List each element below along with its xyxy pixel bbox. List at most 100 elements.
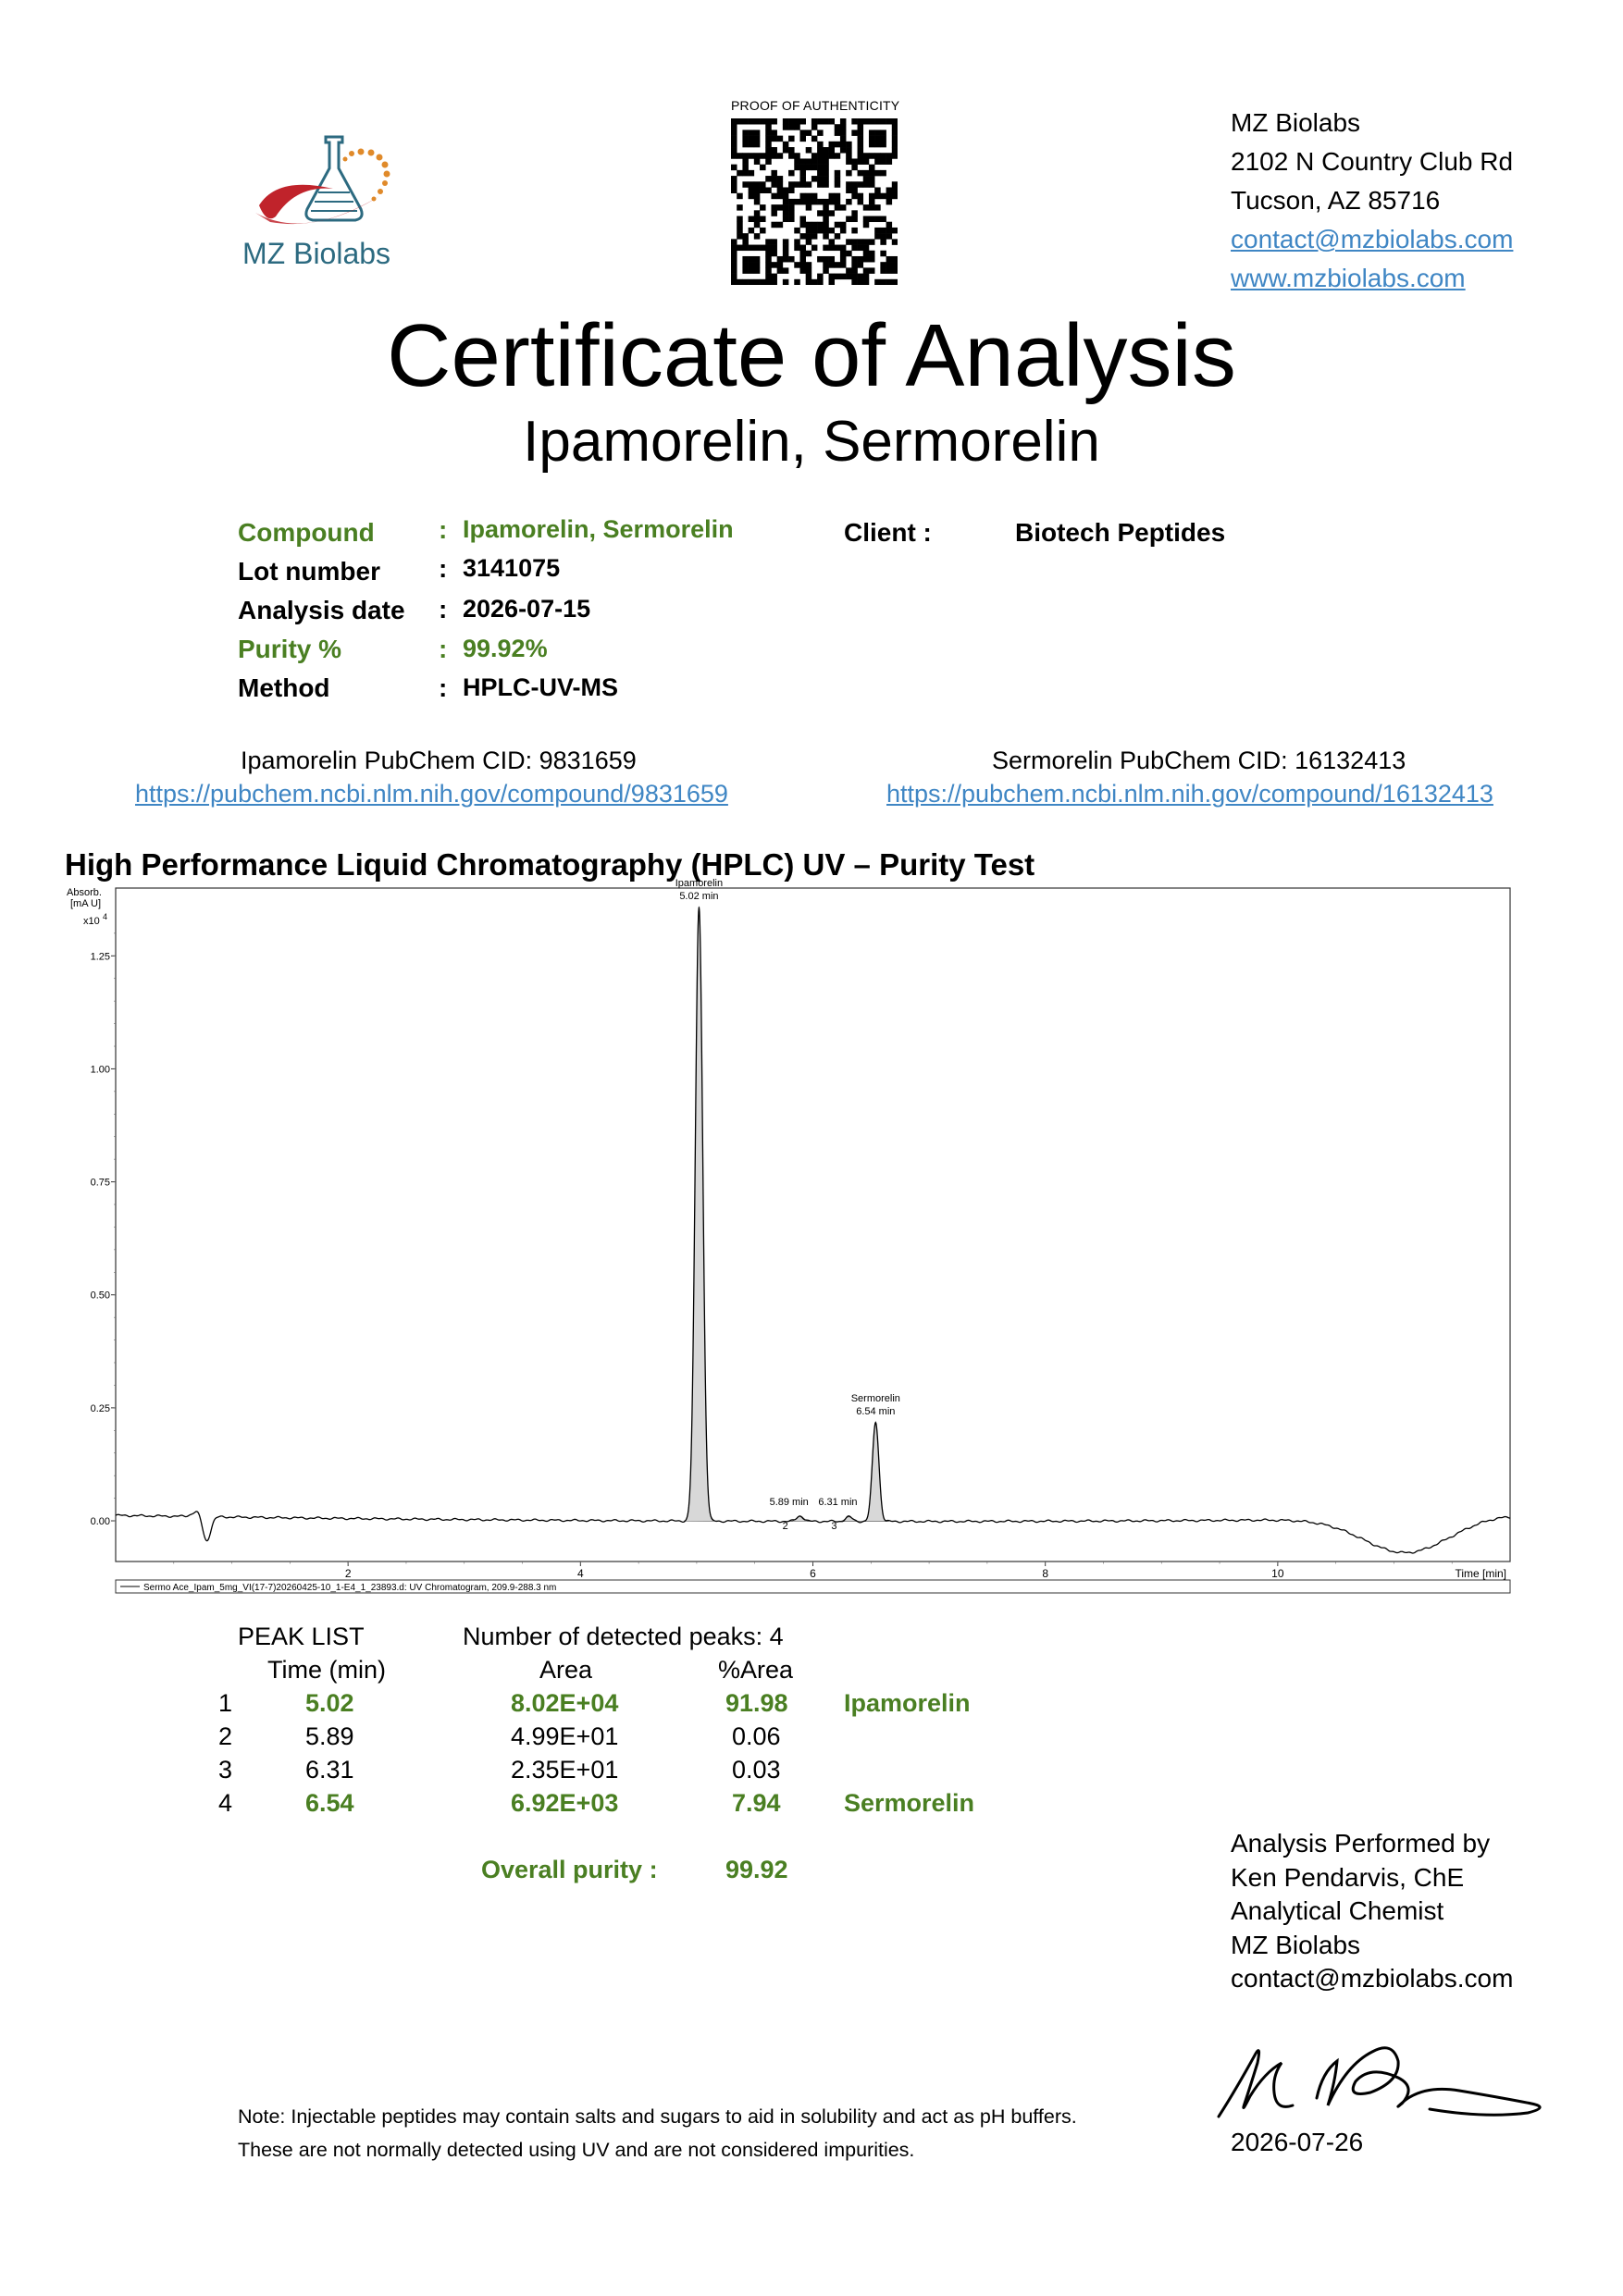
overall-purity-label: Overall purity : — [481, 1856, 658, 1883]
peak-row-4-parea: 7.94 — [732, 1789, 781, 1817]
client-label: Client : — [844, 518, 932, 547]
peak-list-title: PEAK LIST — [238, 1623, 365, 1650]
pubchem-right-link[interactable]: https://pubchem.ncbi.nlm.nih.gov/compoun… — [886, 780, 1493, 809]
peak-area-654 — [861, 1421, 889, 1522]
compound-value: Ipamorelin, Sermorelin — [463, 515, 734, 543]
y-tick-label: 0.00 — [91, 1516, 110, 1527]
peak-row-1-name: Ipamorelin — [844, 1689, 971, 1717]
purity-colon: : — [439, 635, 448, 663]
y-tick-label: 0.50 — [91, 1290, 110, 1302]
peak-row-2-area: 4.99E+01 — [511, 1722, 619, 1750]
chart-frame — [115, 887, 1511, 1562]
y-tick-label: 0.75 — [91, 1178, 110, 1189]
compound-label: Compound — [238, 518, 375, 547]
lab-email-link[interactable]: contact@mzbiolabs.com — [1231, 225, 1513, 253]
x-tick-label: 10 — [1271, 1567, 1284, 1580]
x-tick-label: 4 — [577, 1567, 584, 1580]
chart-legend-text: Sermo Ace_Ipam_5mg_VI(17-7)20260425-10_1… — [143, 1583, 556, 1593]
analyst-lab: MZ Biolabs — [1231, 1930, 1361, 1959]
peak-row-4-time: 6.54 — [305, 1789, 354, 1817]
peak-row-3-time: 6.31 — [305, 1756, 354, 1784]
y-tick-label: 0.25 — [91, 1403, 110, 1414]
peak-id-label: 3 — [831, 1521, 836, 1532]
analyst-email: contact@mzbiolabs.com — [1231, 1964, 1514, 1993]
signature-image — [1217, 2046, 1542, 2118]
x-axis-label: Time [min] — [1455, 1567, 1506, 1580]
footnote-line-1: Note: Injectable peptides may contain sa… — [238, 2105, 1077, 2128]
peak-time-label: 5.89 min — [770, 1497, 809, 1508]
peak-time-label: 6.54 min — [856, 1406, 895, 1417]
peak-row-3-n: 3 — [218, 1756, 233, 1784]
compound-colon: : — [439, 515, 448, 544]
peak-row-1-n: 1 — [218, 1689, 233, 1717]
peak-row-4-area: 6.92E+03 — [511, 1789, 619, 1817]
peak-col-time: Time (min) — [267, 1656, 386, 1684]
lab-address-1: 2102 N Country Club Rd — [1231, 147, 1514, 176]
hplc-section-title: High Performance Liquid Chromatography (… — [65, 847, 1035, 882]
lab-address-2: Tucson, AZ 85716 — [1231, 186, 1441, 215]
peak-col-area: Area — [539, 1656, 593, 1684]
x-tick-label: 2 — [345, 1567, 352, 1580]
logo-name: MZ Biolabs — [242, 237, 391, 270]
pubchem-left-link[interactable]: https://pubchem.ncbi.nlm.nih.gov/compoun… — [135, 780, 728, 809]
qr-code-icon[interactable] — [731, 118, 898, 285]
analysis-date-value: 2026-07-15 — [463, 595, 591, 623]
peak-name-label: Sermorelin — [851, 1393, 900, 1404]
page-subtitle: Ipamorelin, Sermorelin — [523, 410, 1100, 474]
peak-col-parea: %Area — [718, 1656, 794, 1684]
peak-row-2-n: 2 — [218, 1722, 233, 1750]
method-label: Method — [238, 673, 330, 702]
pubchem-left-text: Ipamorelin PubChem CID: 9831659 — [241, 747, 637, 774]
peak-row-1-area: 8.02E+04 — [511, 1689, 619, 1717]
analyst-line-1: Analysis Performed by — [1231, 1829, 1491, 1858]
overall-purity-value: 99.92 — [725, 1856, 788, 1883]
peak-area-589 — [787, 1515, 813, 1522]
analyst-block: Analysis Performed by Ken Pendarvis, ChE… — [1231, 1827, 1513, 1996]
qr-caption: PROOF OF AUTHENTICITY — [731, 98, 900, 113]
peak-row-1-parea: 91.98 — [725, 1689, 788, 1717]
peak-row-1-time: 5.02 — [305, 1689, 354, 1717]
lot-value: 3141075 — [463, 554, 561, 582]
x-tick-label: 8 — [1042, 1567, 1048, 1580]
chromatogram-trace — [115, 907, 1511, 1554]
purity-value: 99.92% — [463, 635, 548, 662]
peak-row-3-area: 2.35E+01 — [511, 1756, 619, 1784]
page-title: Certificate of Analysis — [387, 306, 1236, 405]
peak-row-4-name: Sermorelin — [844, 1789, 975, 1817]
method-colon: : — [439, 673, 448, 702]
x-tick-label: 6 — [810, 1567, 816, 1580]
y-axis-exponent: 4 — [103, 912, 107, 921]
peak-area-631 — [835, 1516, 862, 1522]
y-axis-label-2: [mA U] — [70, 898, 101, 909]
footnote-line-2: These are not normally detected using UV… — [238, 2139, 915, 2161]
client-value: Biotech Peptides — [1015, 518, 1226, 547]
peak-id-label: 2 — [783, 1521, 788, 1532]
peak-row-2-time: 5.89 — [305, 1722, 354, 1750]
y-tick-label: 1.25 — [91, 951, 110, 962]
peak-time-label: 6.31 min — [818, 1497, 857, 1508]
peak-row-2-parea: 0.06 — [732, 1722, 781, 1750]
peak-row-3-parea: 0.03 — [732, 1756, 781, 1784]
lot-label: Lot number — [238, 557, 380, 586]
analyst-title: Analytical Chemist — [1231, 1896, 1444, 1925]
analysis-date-colon: : — [439, 595, 448, 623]
peak-list-detected: Number of detected peaks: 4 — [463, 1623, 784, 1650]
peak-time-label: 5.02 min — [679, 891, 718, 902]
analysis-date-label: Analysis date — [238, 596, 405, 624]
lab-website-link[interactable]: www.mzbiolabs.com — [1231, 264, 1466, 292]
lot-colon: : — [439, 554, 448, 583]
analyst-name: Ken Pendarvis, ChE — [1231, 1862, 1465, 1892]
chart-legend-box — [115, 1579, 1511, 1594]
purity-label: Purity % — [238, 635, 342, 663]
peak-area-502 — [684, 906, 714, 1522]
method-value: HPLC-UV-MS — [463, 673, 618, 701]
y-axis-label-3: x10 — [83, 916, 100, 927]
footnote: Note: Injectable peptides may contain sa… — [238, 2100, 1077, 2166]
y-axis-label-1: Absorb. — [67, 887, 102, 898]
y-tick-label: 1.00 — [91, 1064, 110, 1075]
pubchem-right-text: Sermorelin PubChem CID: 16132413 — [992, 747, 1406, 774]
lab-contact-block: MZ Biolabs 2102 N Country Club Rd Tucson… — [1231, 104, 1513, 298]
peak-row-4-n: 4 — [218, 1789, 233, 1817]
lab-name: MZ Biolabs — [1231, 108, 1361, 137]
signature-date: 2026-07-26 — [1231, 2128, 1364, 2156]
